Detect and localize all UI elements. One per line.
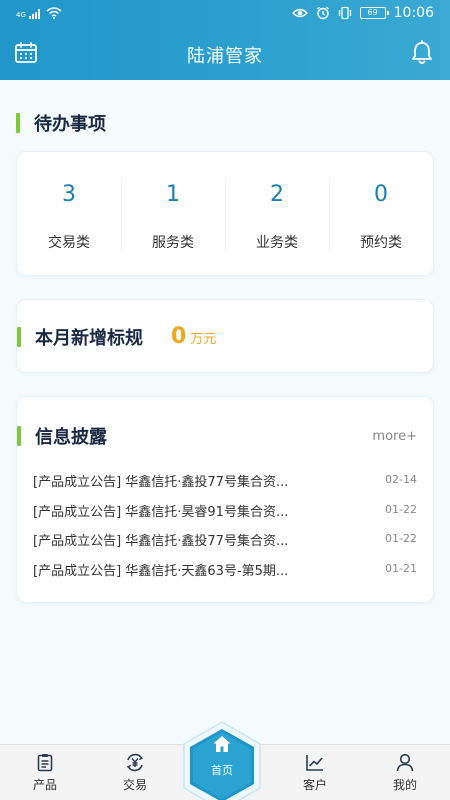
todo-label: 业务类 <box>256 235 298 251</box>
todo-section-title: 待办事项 <box>34 114 106 135</box>
tab-mine[interactable]: 我的 <box>370 753 440 793</box>
monthly-card[interactable]: 本月新增标规 0 万元 <box>16 299 434 373</box>
tab-home[interactable]: 首页 <box>178 720 266 800</box>
todo-label: 服务类 <box>152 235 194 251</box>
monthly-section-header: 本月新增标规 <box>17 325 143 349</box>
app-header: 陆浦管家 <box>0 28 450 80</box>
disclosure-title: 信息披露 <box>35 427 107 448</box>
news-date: 01-22 <box>385 502 417 516</box>
news-date: 01-22 <box>385 532 417 545</box>
status-time: 10:06 <box>393 5 434 21</box>
yuan-cycle-icon <box>126 753 144 772</box>
todo-label: 预约类 <box>360 235 402 251</box>
network-type: 4G <box>16 11 26 19</box>
tab-label: 我的 <box>392 778 417 792</box>
news-title: [产品成立公告] 华鑫信托·鑫投77号集合资... <box>33 475 289 490</box>
todo-item-business[interactable]: 2 业务类 <box>225 152 329 275</box>
tab-label: 产品 <box>32 778 57 792</box>
news-title: [产品成立公告] 华鑫信托·天鑫63号-第5期... <box>33 563 289 579</box>
list-item[interactable]: [产品成立公告] 华鑫信托·天鑫63号-第5期... 01-21 <box>33 556 417 586</box>
tab-label: 交易 <box>122 778 147 792</box>
news-date: 01-21 <box>385 561 417 575</box>
status-left: 4G <box>16 7 62 19</box>
news-title: [产品成立公告] 华鑫信托·鑫投77号集合资... <box>33 534 289 549</box>
todo-label: 交易类 <box>48 235 90 251</box>
vibrate-icon <box>338 6 351 20</box>
todo-count: 1 <box>166 182 180 207</box>
todo-count: 2 <box>270 182 284 207</box>
news-date: 02-14 <box>385 473 417 486</box>
notification-button[interactable] <box>410 40 436 68</box>
status-right: 69 10:06 <box>291 5 434 21</box>
list-item[interactable]: [产品成立公告] 华鑫信托·鑫投77号集合资... 01-22 <box>33 526 417 556</box>
signal-icon <box>28 9 40 19</box>
home-hexagon-bg <box>183 721 261 800</box>
todo-card: 3 交易类 1 服务类 2 业务类 0 预约类 <box>16 151 434 276</box>
monthly-amount: 0 <box>171 324 187 349</box>
chart-line-icon <box>306 755 323 771</box>
todo-count: 0 <box>374 182 388 207</box>
clipboard-icon <box>37 754 53 772</box>
eye-icon <box>291 8 308 18</box>
wifi-icon <box>46 7 62 19</box>
tab-trade[interactable]: 交易 <box>100 753 170 793</box>
list-item[interactable]: [产品成立公告] 华鑫信托·昊睿91号集合资... 01-22 <box>33 497 417 527</box>
home-icon <box>213 736 231 752</box>
tab-label: 客户 <box>302 778 327 792</box>
todo-item-trade[interactable]: 3 交易类 <box>17 152 121 275</box>
tab-clients[interactable]: 客户 <box>280 753 350 793</box>
more-link[interactable]: more+ <box>372 429 417 444</box>
bell-icon <box>412 40 432 64</box>
todo-section-header: 待办事项 <box>16 111 106 135</box>
news-title: [产品成立公告] 华鑫信托·昊睿91号集合资... <box>33 504 289 520</box>
person-icon <box>396 753 414 772</box>
alarm-icon <box>316 6 329 20</box>
monthly-value: 0 万元 <box>171 324 216 349</box>
disclosure-list: [产品成立公告] 华鑫信托·鑫投77号集合资... 02-14 [产品成立公告]… <box>33 467 417 585</box>
tab-label: 首页 <box>211 764 233 777</box>
list-item[interactable]: [产品成立公告] 华鑫信托·鑫投77号集合资... 02-14 <box>33 467 417 497</box>
disclosure-section-header: 信息披露 <box>17 424 107 448</box>
monthly-title: 本月新增标规 <box>35 328 143 349</box>
page-title: 陆浦管家 <box>187 46 263 67</box>
monthly-unit: 万元 <box>190 332 217 347</box>
section-marker <box>16 113 20 133</box>
section-marker <box>17 426 21 446</box>
tab-products[interactable]: 产品 <box>10 753 80 793</box>
disclosure-card: 信息披露 more+ [产品成立公告] 华鑫信托·鑫投77号集合资... 02-… <box>16 396 434 603</box>
todo-item-service[interactable]: 1 服务类 <box>121 152 225 275</box>
status-bar: 4G 69 10:06 <box>0 0 450 28</box>
section-marker <box>17 327 21 347</box>
todo-count: 3 <box>62 182 76 207</box>
todo-item-appointment[interactable]: 0 预约类 <box>329 152 433 275</box>
battery-icon: 69 <box>359 7 389 19</box>
